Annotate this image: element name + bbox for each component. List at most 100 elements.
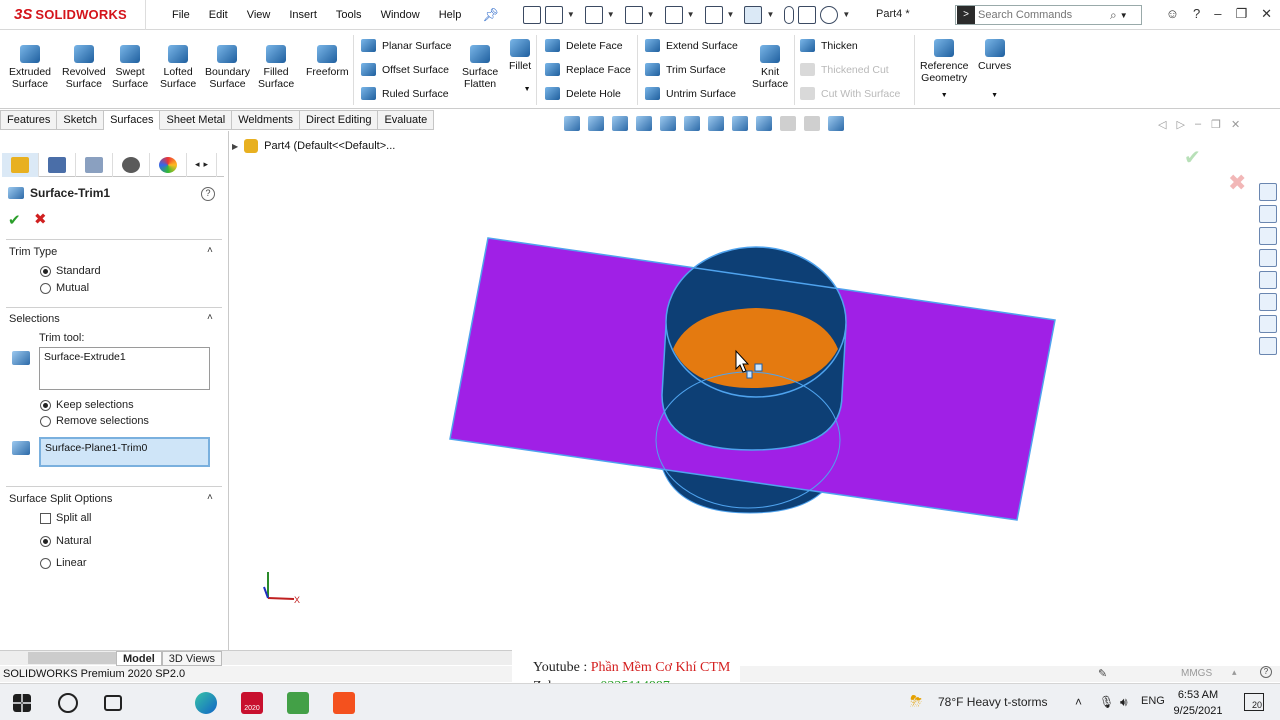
tab-scroll-arrows[interactable] bbox=[28, 652, 116, 664]
dynamic-annotation-icon[interactable] bbox=[708, 116, 724, 131]
section-view-icon[interactable] bbox=[684, 116, 700, 131]
select-arrow-icon[interactable] bbox=[744, 5, 763, 24]
trim-tool-selection-box[interactable]: Surface-Extrude1 bbox=[39, 347, 210, 390]
swept-surface-button[interactable]: Swept Surface bbox=[112, 45, 148, 90]
chevron-down-icon[interactable]: ▼ bbox=[523, 84, 531, 96]
tab-property-manager[interactable] bbox=[2, 152, 39, 177]
chevron-down-icon[interactable]: ▼ bbox=[567, 10, 575, 19]
zoom-to-fit-icon[interactable] bbox=[612, 116, 628, 131]
keep-selections-radio[interactable] bbox=[40, 399, 51, 411]
tab-dimxpert[interactable] bbox=[113, 152, 150, 177]
tab-feature-tree[interactable] bbox=[39, 152, 76, 177]
open-icon[interactable] bbox=[584, 5, 603, 24]
task-view-icon[interactable] bbox=[104, 695, 122, 711]
previous-view-icon[interactable] bbox=[660, 116, 676, 131]
tab-evaluate[interactable]: Evaluate bbox=[378, 110, 435, 130]
menu-file[interactable]: File bbox=[172, 9, 190, 21]
microphone-icon[interactable]: 🎙︎ bbox=[1099, 695, 1114, 709]
fillet-button[interactable]: Fillet ▼ bbox=[509, 39, 531, 96]
standard-option[interactable]: Standard bbox=[40, 265, 101, 277]
planar-surface-button[interactable]: Planar Surface bbox=[361, 39, 451, 52]
camtasia-green-icon[interactable] bbox=[287, 692, 309, 714]
surface-flatten-button[interactable]: Surface Flatten bbox=[462, 45, 498, 90]
menu-help[interactable]: Help bbox=[439, 9, 462, 21]
pin-icon[interactable]: 📌︎ bbox=[482, 7, 499, 23]
revolved-surface-button[interactable]: Revolved Surface bbox=[62, 45, 106, 90]
hide-show-items-icon[interactable] bbox=[756, 116, 772, 131]
design-library-icon[interactable] bbox=[1259, 205, 1277, 223]
windows-start-icon[interactable] bbox=[13, 694, 31, 712]
linear-option[interactable]: Linear bbox=[40, 557, 87, 569]
view-settings-icon[interactable] bbox=[828, 116, 844, 131]
boundary-surface-button[interactable]: Boundary Surface bbox=[205, 45, 250, 90]
menu-view[interactable]: View bbox=[247, 9, 271, 21]
ruled-surface-button[interactable]: Ruled Surface bbox=[361, 87, 449, 100]
cancel-x-icon[interactable]: ✖ bbox=[34, 210, 47, 228]
viewport-restore-button[interactable]: ❐ bbox=[1211, 118, 1221, 131]
trim-surface-button[interactable]: Trim Surface bbox=[645, 63, 726, 76]
remove-selections-radio[interactable] bbox=[40, 415, 51, 427]
view-orientation-icon[interactable] bbox=[564, 116, 580, 131]
menu-edit[interactable]: Edit bbox=[209, 9, 228, 21]
viewport-close-button[interactable]: ✕ bbox=[1231, 118, 1240, 131]
pieces-to-keep-selection-box[interactable]: Surface-Plane1-Trim0 bbox=[39, 437, 210, 467]
chevron-down-icon[interactable]: ▼ bbox=[1120, 11, 1128, 20]
rebuild-icon[interactable]: ✎ bbox=[1098, 667, 1107, 680]
tab-features[interactable]: Features bbox=[0, 110, 58, 130]
solidworks-taskbar-icon[interactable]: 2020 bbox=[241, 692, 263, 714]
apply-scene-icon[interactable] bbox=[804, 116, 820, 131]
view-palette-icon[interactable] bbox=[1259, 249, 1277, 267]
undo-icon[interactable] bbox=[704, 5, 723, 24]
chevron-up-icon[interactable]: ˄ bbox=[1075, 695, 1082, 709]
chevron-down-icon[interactable]: ▼ bbox=[978, 90, 1011, 102]
volume-icon[interactable]: 🔊︎ bbox=[1120, 695, 1128, 710]
viewport-minimize-button[interactable]: – bbox=[1195, 118, 1201, 131]
mutual-option[interactable]: Mutual bbox=[40, 282, 89, 294]
chevron-down-icon[interactable]: ▼ bbox=[727, 10, 735, 19]
edge-icon[interactable] bbox=[195, 692, 217, 714]
reference-geometry-button[interactable]: Reference Geometry ▼ bbox=[920, 39, 968, 102]
extruded-surface-button[interactable]: Extruded Surface bbox=[9, 45, 51, 90]
offset-surface-button[interactable]: Offset Surface bbox=[361, 63, 449, 76]
file-properties-icon[interactable] bbox=[798, 5, 817, 24]
previous-viewport-icon[interactable]: ◁ bbox=[1158, 118, 1166, 131]
weather-text[interactable]: 78°F Heavy t-storms bbox=[938, 695, 1048, 709]
ok-check-icon[interactable]: ✔ bbox=[8, 211, 21, 229]
menu-window[interactable]: Window bbox=[381, 9, 420, 21]
delete-hole-button[interactable]: Delete Hole bbox=[545, 87, 621, 100]
freeform-button[interactable]: Freeform bbox=[306, 45, 349, 78]
menu-insert[interactable]: Insert bbox=[289, 9, 317, 21]
standard-views-icon[interactable] bbox=[588, 116, 604, 131]
custom-properties-icon[interactable] bbox=[1259, 293, 1277, 311]
traffic-light-icon[interactable] bbox=[784, 5, 795, 24]
curves-button[interactable]: Curves ▼ bbox=[978, 39, 1011, 102]
weather-icon[interactable]: ⛈︎ bbox=[910, 693, 922, 710]
user-icon[interactable]: ☺ bbox=[1166, 6, 1179, 22]
file-explorer-icon[interactable] bbox=[1259, 227, 1277, 245]
tab-more[interactable]: ◂ ▸ bbox=[187, 152, 217, 177]
mutual-radio[interactable] bbox=[40, 282, 51, 294]
notification-icon[interactable]: 20 bbox=[1244, 693, 1264, 711]
options-gear-icon[interactable] bbox=[820, 5, 839, 24]
chevron-down-icon[interactable]: ▼ bbox=[607, 10, 615, 19]
natural-radio[interactable] bbox=[40, 535, 51, 547]
tab-display-manager[interactable] bbox=[150, 152, 187, 177]
remove-selections-option[interactable]: Remove selections bbox=[40, 415, 149, 427]
appearances-icon[interactable] bbox=[1259, 271, 1277, 289]
solidworks-logo[interactable]: 3S SOLIDWORKS bbox=[0, 0, 146, 30]
search-icon[interactable] bbox=[58, 693, 78, 713]
tab-sheet-metal[interactable]: Sheet Metal bbox=[160, 110, 233, 130]
close-button[interactable]: ✕ bbox=[1261, 6, 1272, 22]
tab-configuration-manager[interactable] bbox=[76, 152, 113, 177]
tab-surfaces[interactable]: Surfaces bbox=[104, 110, 161, 130]
home-icon[interactable] bbox=[522, 5, 541, 24]
restore-button[interactable]: ❐ bbox=[1235, 6, 1247, 22]
collapse-icon[interactable]: ˄ bbox=[207, 491, 217, 503]
tab-3d-views[interactable]: 3D Views bbox=[161, 650, 223, 666]
tab-weldments[interactable]: Weldments bbox=[232, 110, 301, 130]
graphics-area[interactable]: X bbox=[230, 150, 1250, 650]
chevron-down-icon[interactable]: ▼ bbox=[647, 10, 655, 19]
cut-with-surface-button[interactable]: Cut With Surface bbox=[800, 87, 900, 100]
chevron-down-icon[interactable]: ▼ bbox=[842, 10, 850, 19]
search-commands[interactable]: > ⌕ ▼ bbox=[955, 5, 1142, 25]
